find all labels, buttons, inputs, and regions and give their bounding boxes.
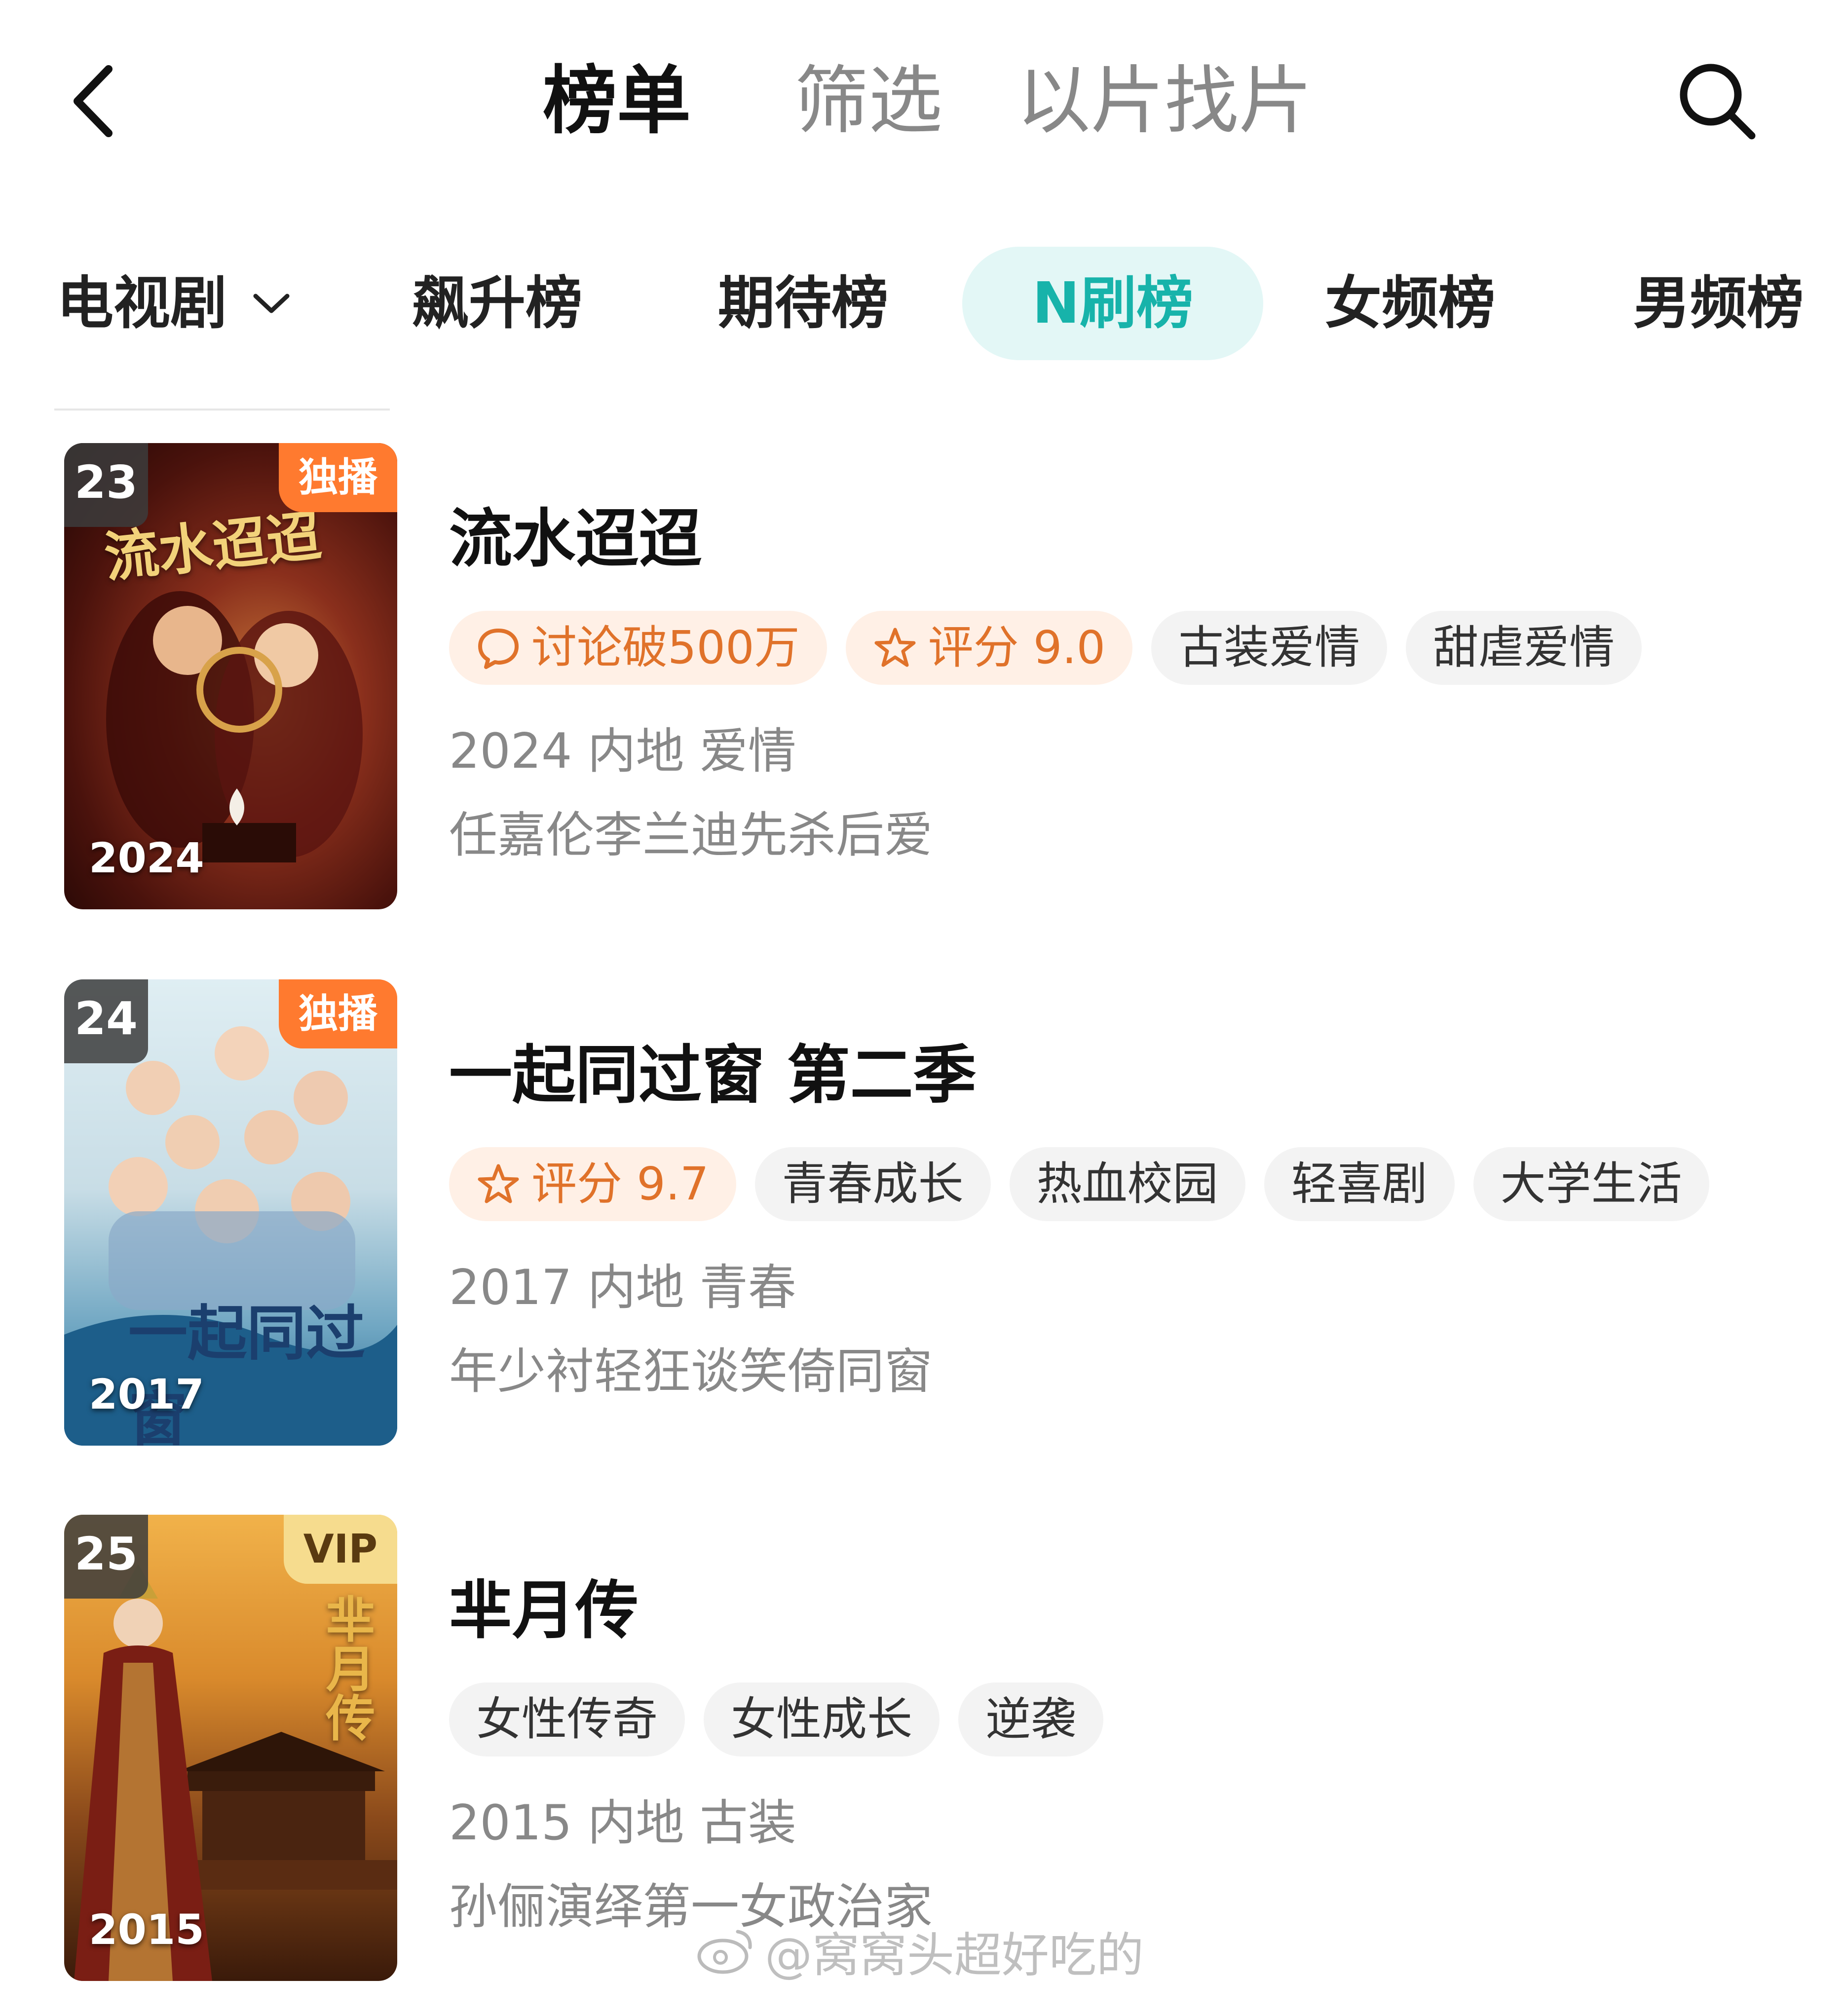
item-description: 任嘉伦李兰迪先杀后爱 — [449, 807, 933, 863]
exclusive-tag: 独播 — [279, 979, 397, 1048]
watermark-text: @窝窝头超好吃的 — [765, 1928, 1144, 1983]
genre-chip[interactable]: 青春成长 — [754, 1147, 991, 1221]
item-description: 年少衬轻狂谈笑倚同窗 — [449, 1344, 933, 1400]
category-anticipated-chart[interactable]: 期待榜 — [718, 247, 888, 360]
genre-chip[interactable]: 古装爱情 — [1151, 611, 1388, 685]
star-icon — [478, 1164, 519, 1203]
category-dropdown[interactable]: 电视剧 — [57, 247, 291, 360]
tab-rank[interactable]: 榜单 — [543, 52, 691, 150]
poster[interactable]: 一起同过窗 24 独播 2017 — [64, 979, 397, 1446]
item-title[interactable]: 一起同过窗 第二季 — [449, 1024, 977, 1115]
poster-year: 2024 — [89, 834, 204, 882]
rank-badge: 24 — [64, 979, 148, 1063]
search-button[interactable] — [1668, 52, 1767, 150]
list-item[interactable]: 一起同过窗 24 独播 2017 一起同过窗 第二季 评分 9.7 青春成长 热… — [0, 979, 1844, 1453]
rank-badge: 23 — [64, 443, 148, 527]
item-title[interactable]: 流水迢迢 — [449, 487, 702, 579]
genre-chip[interactable]: 女性成长 — [704, 1682, 940, 1756]
genre-chip[interactable]: 逆袭 — [958, 1682, 1104, 1756]
back-button[interactable] — [54, 59, 133, 143]
poster-year: 2015 — [89, 1905, 204, 1954]
genre-chip[interactable]: 热血校园 — [1009, 1147, 1245, 1221]
chip-label: 评分 9.7 — [531, 1157, 709, 1210]
item-meta: 2017 内地 青春 — [449, 1260, 796, 1316]
category-rewatch-chart[interactable]: N刷榜 — [962, 247, 1263, 360]
category-female-chart[interactable]: 女频榜 — [1325, 247, 1495, 360]
genre-chip[interactable]: 大学生活 — [1473, 1147, 1709, 1221]
weibo-logo-icon — [697, 1930, 752, 1974]
category-rising-chart[interactable]: 飙升榜 — [412, 247, 582, 360]
vip-tag: VIP — [283, 1515, 397, 1584]
chat-bubble-icon — [478, 629, 519, 669]
genre-chip[interactable]: 女性传奇 — [449, 1682, 685, 1756]
list-item[interactable]: 流水迢迢 23 独播 2024 流水迢迢 讨论破500万 评分 9.0 古装爱情… — [0, 443, 1844, 917]
tag-row: 评分 9.7 青春成长 热血校园 轻喜剧 大学生活 — [449, 1147, 1709, 1221]
chevron-down-icon — [253, 294, 290, 313]
rank-badge: 25 — [64, 1515, 148, 1599]
divider — [54, 409, 390, 411]
poster[interactable]: 芈月传 25 VIP 2015 — [64, 1515, 397, 1981]
poster-year: 2017 — [89, 1370, 204, 1419]
category-dropdown-label: 电视剧 — [57, 270, 227, 336]
rating-chip[interactable]: 评分 9.0 — [845, 611, 1133, 685]
rating-chip[interactable]: 评分 9.7 — [449, 1147, 736, 1221]
chip-label: 评分 9.0 — [928, 621, 1106, 674]
tab-find-by-film[interactable]: 以片找片 — [1016, 52, 1313, 150]
chevron-left-icon — [74, 65, 113, 137]
item-meta: 2024 内地 爱情 — [449, 723, 796, 780]
search-icon — [1680, 64, 1756, 140]
star-icon — [874, 628, 916, 667]
watermark: @窝窝头超好吃的 — [696, 1917, 1144, 1985]
item-meta: 2015 内地 古装 — [449, 1795, 796, 1851]
genre-chip[interactable]: 轻喜剧 — [1264, 1147, 1455, 1221]
exclusive-tag: 独播 — [279, 443, 397, 512]
item-title[interactable]: 芈月传 — [449, 1559, 639, 1650]
genre-chip[interactable]: 甜虐爱情 — [1406, 611, 1642, 685]
chip-label: 讨论破500万 — [531, 621, 800, 674]
discussion-chip[interactable]: 讨论破500万 — [449, 611, 827, 685]
tab-filter[interactable]: 筛选 — [794, 52, 942, 150]
category-male-chart[interactable]: 男频榜 — [1633, 247, 1804, 360]
top-bar: 榜单 筛选 以片找片 — [0, 0, 1844, 197]
poster[interactable]: 流水迢迢 23 独播 2024 — [64, 443, 397, 909]
tag-row: 讨论破500万 评分 9.0 古装爱情 甜虐爱情 — [449, 611, 1642, 685]
tag-row: 女性传奇 女性成长 逆袭 — [449, 1682, 1104, 1756]
